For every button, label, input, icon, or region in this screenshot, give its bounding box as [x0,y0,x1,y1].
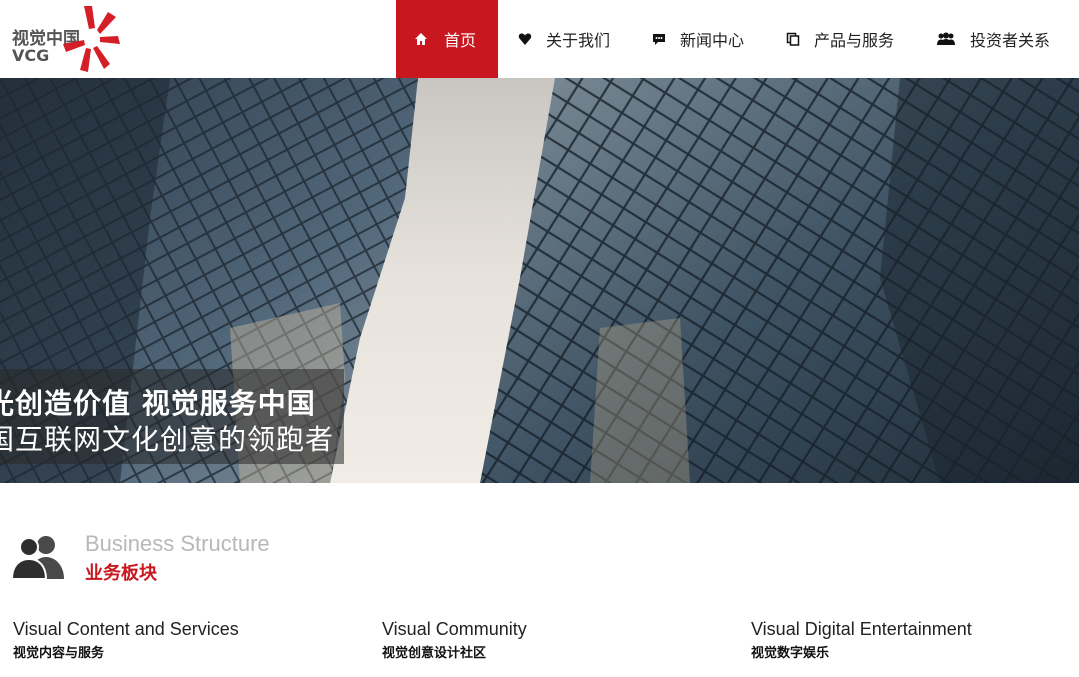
hero-banner: 光创造价值 视觉服务中国 国互联网文化创意的领跑者 [0,78,1079,483]
business-title-cn: 视觉内容与服务 [13,646,105,661]
business-item-community[interactable]: Visual Community 视觉创意设计社区 [382,619,527,661]
logo-text-en: VCG [12,46,50,65]
nav-label-products: 产品与服务 [814,31,895,50]
nav-item-about[interactable]: 关于我们 [498,0,632,78]
business-title-cn: 视觉数字娱乐 [751,646,830,661]
nav-item-news[interactable]: 新闻中心 [632,0,766,78]
nav-item-investors[interactable]: 投资者关系 [916,0,1072,78]
business-item-content[interactable]: Visual Content and Services 视觉内容与服务 [13,619,239,661]
heart-icon [518,33,532,45]
users-icon [12,536,64,579]
nav-label-investors: 投资者关系 [970,31,1051,50]
main-nav: 首页 关于我们 新闻中心 产品与服务 投资者关系 [396,0,1072,78]
nav-label-home: 首页 [444,31,477,50]
nav-label-news: 新闻中心 [680,31,745,50]
section-title-cn: 业务板块 [85,563,157,584]
nav-item-products[interactable]: 产品与服务 [766,0,916,78]
chat-icon [653,34,666,45]
business-title-cn: 视觉创意设计社区 [382,646,487,661]
business-title-en: Visual Digital Entertainment [751,619,972,639]
home-icon [415,33,427,45]
business-item-entertainment[interactable]: Visual Digital Entertainment 视觉数字娱乐 [751,619,972,661]
business-title-en: Visual Community [382,619,527,639]
hero-subslogan: 国互联网文化创意的领跑者 [0,423,335,456]
users-icon [937,32,956,45]
nav-label-about: 关于我们 [546,31,611,50]
copy-icon [786,32,800,46]
section-title-en: Business Structure [85,531,270,556]
nav-item-home[interactable]: 首页 [396,0,498,78]
hero-slogan: 光创造价值 视觉服务中国 [0,387,316,420]
vcg-logo[interactable]: 视觉中国 VCG [10,6,140,72]
business-title-en: Visual Content and Services [13,619,239,639]
site-header: 视觉中国 VCG 首页 关于我们 新闻中心 产品与服务 投资者关系 [0,0,1079,78]
logo-burst-icon [63,6,120,72]
